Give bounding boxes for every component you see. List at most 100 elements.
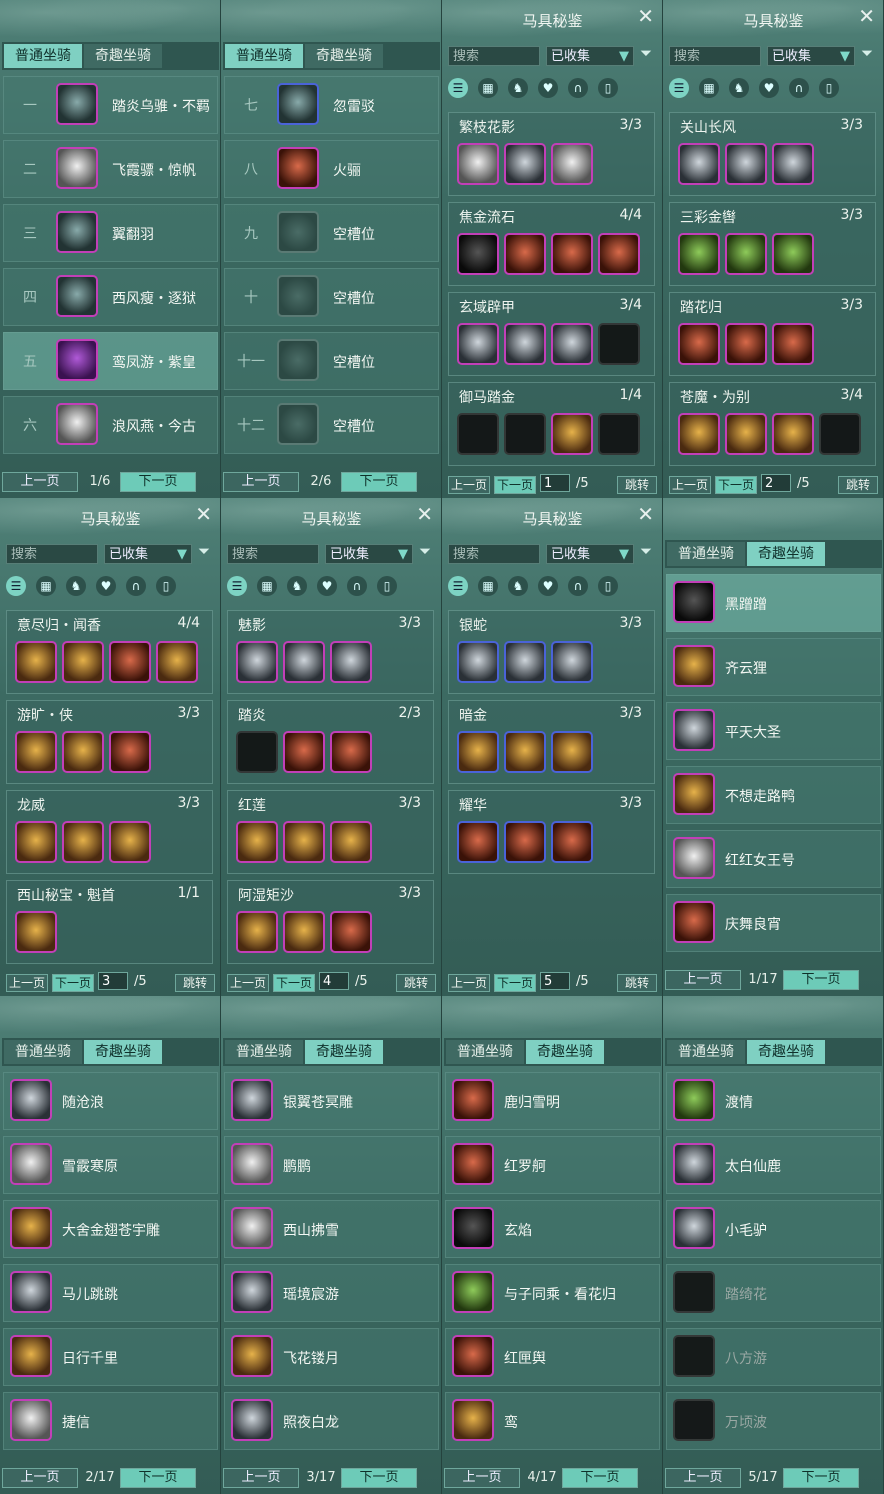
harness-item-icon[interactable] (236, 731, 278, 773)
harness-item-icon[interactable] (62, 821, 104, 863)
prev-page-button[interactable]: 上一页 (448, 476, 490, 494)
funnel-icon[interactable]: ⏷ (640, 542, 652, 560)
mount-row[interactable]: 马儿跳跳 (3, 1264, 218, 1322)
mount-row[interactable]: 黑蹭蹭 (666, 574, 881, 632)
mount-row[interactable]: 鸾 (445, 1392, 660, 1450)
shoe-category-icon[interactable]: ∩ (347, 576, 367, 596)
harness-item-icon[interactable] (457, 143, 499, 185)
tab-normal-mounts[interactable]: 普通坐骑 (667, 1040, 745, 1064)
harness-item-icon[interactable] (15, 641, 57, 683)
next-page-button[interactable]: 下一页 (715, 476, 757, 494)
mount-row[interactable]: 一 踏炎乌骓・不羁 (3, 76, 218, 134)
harness-item-icon[interactable] (283, 731, 325, 773)
mount-row[interactable]: 小毛驴 (666, 1200, 881, 1258)
saddle-category-icon[interactable]: ♞ (508, 78, 528, 98)
next-page-button[interactable]: 下一页 (120, 472, 196, 492)
mount-row[interactable]: 西山拂雪 (224, 1200, 439, 1258)
mount-row[interactable]: 鹿归雪明 (445, 1072, 660, 1130)
harness-item-icon[interactable] (504, 413, 546, 455)
next-page-button[interactable]: 下一页 (120, 1468, 196, 1488)
grid-category-icon[interactable]: ▦ (478, 576, 498, 596)
close-icon[interactable]: ✕ (195, 502, 212, 526)
shoe-category-icon[interactable]: ∩ (789, 78, 809, 98)
mount-row[interactable]: 大舍金翅苍宇雕 (3, 1200, 218, 1258)
next-page-button[interactable]: 下一页 (341, 1468, 417, 1488)
harness-item-icon[interactable] (457, 731, 499, 773)
mount-row[interactable]: 平天大圣 (666, 702, 881, 760)
next-page-button[interactable]: 下一页 (341, 472, 417, 492)
prev-page-button[interactable]: 上一页 (665, 970, 741, 990)
tab-fun-mounts[interactable]: 奇趣坐骑 (84, 44, 162, 68)
close-icon[interactable]: ✕ (416, 502, 433, 526)
harness-item-icon[interactable] (725, 413, 767, 455)
harness-item-icon[interactable] (504, 731, 546, 773)
bag-category-icon[interactable]: ▯ (819, 78, 839, 98)
collected-filter-select[interactable]: 已收集 ▼ (325, 544, 413, 564)
harness-item-icon[interactable] (598, 413, 640, 455)
saddle-category-icon[interactable]: ♞ (66, 576, 86, 596)
mount-row[interactable]: 齐云狸 (666, 638, 881, 696)
mount-row[interactable]: 不想走路鸭 (666, 766, 881, 824)
mount-row[interactable]: 八 火骊 (224, 140, 439, 198)
tab-fun-mounts[interactable]: 奇趣坐骑 (305, 44, 383, 68)
mount-row[interactable]: 银翼苍冥雕 (224, 1072, 439, 1130)
harness-item-icon[interactable] (504, 821, 546, 863)
mount-row[interactable]: 三 翼翻羽 (3, 204, 218, 262)
grid-category-icon[interactable]: ▦ (699, 78, 719, 98)
mount-row[interactable]: 飞花镂月 (224, 1328, 439, 1386)
harness-item-icon[interactable] (457, 233, 499, 275)
harness-item-icon[interactable] (109, 821, 151, 863)
page-number-input[interactable]: 5 (540, 972, 570, 990)
prev-page-button[interactable]: 上一页 (448, 974, 490, 992)
all-category-icon[interactable]: ☰ (448, 576, 468, 596)
prev-page-button[interactable]: 上一页 (665, 1468, 741, 1488)
harness-item-icon[interactable] (457, 413, 499, 455)
mount-row[interactable]: 十二 空槽位 (224, 396, 439, 454)
harness-item-icon[interactable] (236, 641, 278, 683)
mount-row[interactable]: 捷信 (3, 1392, 218, 1450)
tab-normal-mounts[interactable]: 普通坐骑 (225, 44, 303, 68)
search-input[interactable]: 搜索 (227, 544, 319, 564)
search-input[interactable]: 搜索 (448, 46, 540, 66)
tab-fun-mounts[interactable]: 奇趣坐骑 (747, 542, 825, 566)
armor-category-icon[interactable]: ♥ (96, 576, 116, 596)
bag-category-icon[interactable]: ▯ (598, 78, 618, 98)
mount-row[interactable]: 万顷波 (666, 1392, 881, 1450)
grid-category-icon[interactable]: ▦ (257, 576, 277, 596)
all-category-icon[interactable]: ☰ (448, 78, 468, 98)
mount-row[interactable]: 八方游 (666, 1328, 881, 1386)
shoe-category-icon[interactable]: ∩ (568, 78, 588, 98)
harness-item-icon[interactable] (551, 413, 593, 455)
prev-page-button[interactable]: 上一页 (669, 476, 711, 494)
harness-item-icon[interactable] (551, 821, 593, 863)
next-page-button[interactable]: 下一页 (783, 970, 859, 990)
funnel-icon[interactable]: ⏷ (861, 44, 873, 62)
harness-item-icon[interactable] (772, 143, 814, 185)
mount-row[interactable]: 十 空槽位 (224, 268, 439, 326)
collected-filter-select[interactable]: 已收集 ▼ (546, 544, 634, 564)
page-number-input[interactable]: 3 (98, 972, 128, 990)
harness-item-icon[interactable] (551, 731, 593, 773)
harness-item-icon[interactable] (330, 911, 372, 953)
harness-item-icon[interactable] (283, 911, 325, 953)
harness-item-icon[interactable] (772, 233, 814, 275)
next-page-button[interactable]: 下一页 (562, 1468, 638, 1488)
prev-page-button[interactable]: 上一页 (2, 472, 78, 492)
harness-item-icon[interactable] (283, 641, 325, 683)
harness-item-icon[interactable] (15, 731, 57, 773)
prev-page-button[interactable]: 上一页 (227, 974, 269, 992)
mount-row[interactable]: 十一 空槽位 (224, 332, 439, 390)
collected-filter-select[interactable]: 已收集 ▼ (767, 46, 855, 66)
close-icon[interactable]: ✕ (858, 4, 875, 28)
mount-row[interactable]: 七 忽雷驳 (224, 76, 439, 134)
prev-page-button[interactable]: 上一页 (2, 1468, 78, 1488)
mount-row[interactable]: 日行千里 (3, 1328, 218, 1386)
prev-page-button[interactable]: 上一页 (6, 974, 48, 992)
tab-normal-mounts[interactable]: 普通坐骑 (667, 542, 745, 566)
prev-page-button[interactable]: 上一页 (223, 472, 299, 492)
harness-item-icon[interactable] (236, 911, 278, 953)
tab-normal-mounts[interactable]: 普通坐骑 (4, 44, 82, 68)
mount-row[interactable]: 随沧浪 (3, 1072, 218, 1130)
next-page-button[interactable]: 下一页 (52, 974, 94, 992)
page-number-input[interactable]: 1 (540, 474, 570, 492)
